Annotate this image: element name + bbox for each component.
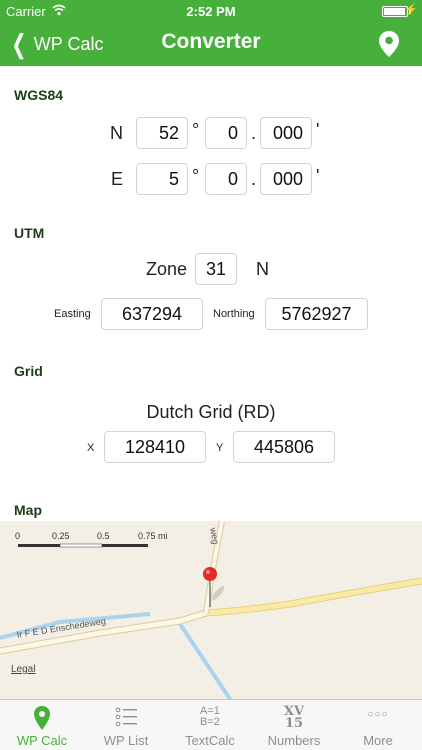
tab-label: Numbers <box>267 733 321 748</box>
lat-minute-symbol: ' <box>316 120 320 140</box>
northing-field[interactable] <box>265 298 368 330</box>
lon-minutes-field[interactable] <box>205 163 247 195</box>
tab-bar: WP Calc WP List A=1 B=2 TextCalc XV 15 N… <box>0 699 422 750</box>
northing-label: Northing <box>213 308 255 320</box>
clock: 2:52 PM <box>186 4 236 19</box>
zone-field[interactable] <box>195 253 237 285</box>
tab-more[interactable]: ○○○ More <box>336 700 420 750</box>
more-icon: ○○○ <box>336 705 420 731</box>
lon-decimal-point: . <box>251 169 257 189</box>
map-view[interactable]: 0 0.25 0.5 0.75 mi Ir F E D Enschedeweg … <box>0 521 422 699</box>
easting-label: Easting <box>54 308 91 320</box>
textcalc-icon: A=1 B=2 <box>168 706 252 732</box>
lat-hemisphere[interactable]: N <box>110 123 123 144</box>
tab-textcalc[interactable]: A=1 B=2 TextCalc <box>168 700 252 750</box>
numbers-icon: XV 15 <box>252 705 336 732</box>
list-icon <box>115 707 137 727</box>
y-field[interactable] <box>233 431 335 463</box>
scale-label-1: 0.25 <box>52 531 70 541</box>
x-label: X <box>87 442 95 454</box>
tab-label: WP Calc <box>16 733 68 748</box>
tab-label: TextCalc <box>185 733 235 748</box>
lat-decimals-field[interactable] <box>260 117 312 149</box>
textcalc-glyph-bottom: B=2 <box>200 716 220 728</box>
scale-label-2: 0.5 <box>97 531 110 541</box>
lat-degree-symbol: ° <box>192 120 200 140</box>
tab-wp-list[interactable]: WP List <box>84 700 168 750</box>
location-pin-icon[interactable] <box>378 30 400 58</box>
lat-minutes-field[interactable] <box>205 117 247 149</box>
scale-label-3: 0.75 mi <box>138 531 168 541</box>
tab-numbers[interactable]: XV 15 Numbers <box>252 700 336 750</box>
grid-section-title: Grid <box>14 363 43 379</box>
wgs84-section-title: WGS84 <box>14 87 64 103</box>
zone-hemisphere[interactable]: N <box>256 259 269 280</box>
numbers-glyph-bottom: 15 <box>284 716 304 731</box>
status-bar: Carrier 2:52 PM ⚡ <box>0 0 422 22</box>
lon-minute-symbol: ' <box>316 166 320 186</box>
lon-hemisphere[interactable]: E <box>111 169 123 190</box>
nav-bar: ❮ WP Calc Converter <box>0 22 422 66</box>
tab-wp-calc[interactable]: WP Calc <box>0 700 84 750</box>
easting-field[interactable] <box>101 298 203 330</box>
page-title: Converter <box>161 30 261 53</box>
map-section-title: Map <box>14 502 42 518</box>
more-glyph: ○○○ <box>367 709 389 720</box>
charging-icon: ⚡ <box>404 4 418 16</box>
lon-degree-symbol: ° <box>192 166 200 186</box>
utm-section-title: UTM <box>14 225 45 241</box>
pin-icon <box>34 706 50 730</box>
lon-degrees-field[interactable] <box>136 163 188 195</box>
map-canvas <box>0 521 422 699</box>
lat-decimal-point: . <box>251 123 257 143</box>
lon-decimals-field[interactable] <box>260 163 312 195</box>
scale-label-0: 0 <box>15 531 21 541</box>
lat-degrees-field[interactable] <box>136 117 188 149</box>
x-field[interactable] <box>104 431 206 463</box>
zone-label: Zone <box>146 259 188 279</box>
grid-name: Dutch Grid (RD) <box>146 402 276 422</box>
tab-label: More <box>363 733 393 748</box>
tab-label: WP List <box>103 733 149 748</box>
legal-link[interactable]: Legal <box>11 664 35 675</box>
y-label: Y <box>216 442 224 454</box>
